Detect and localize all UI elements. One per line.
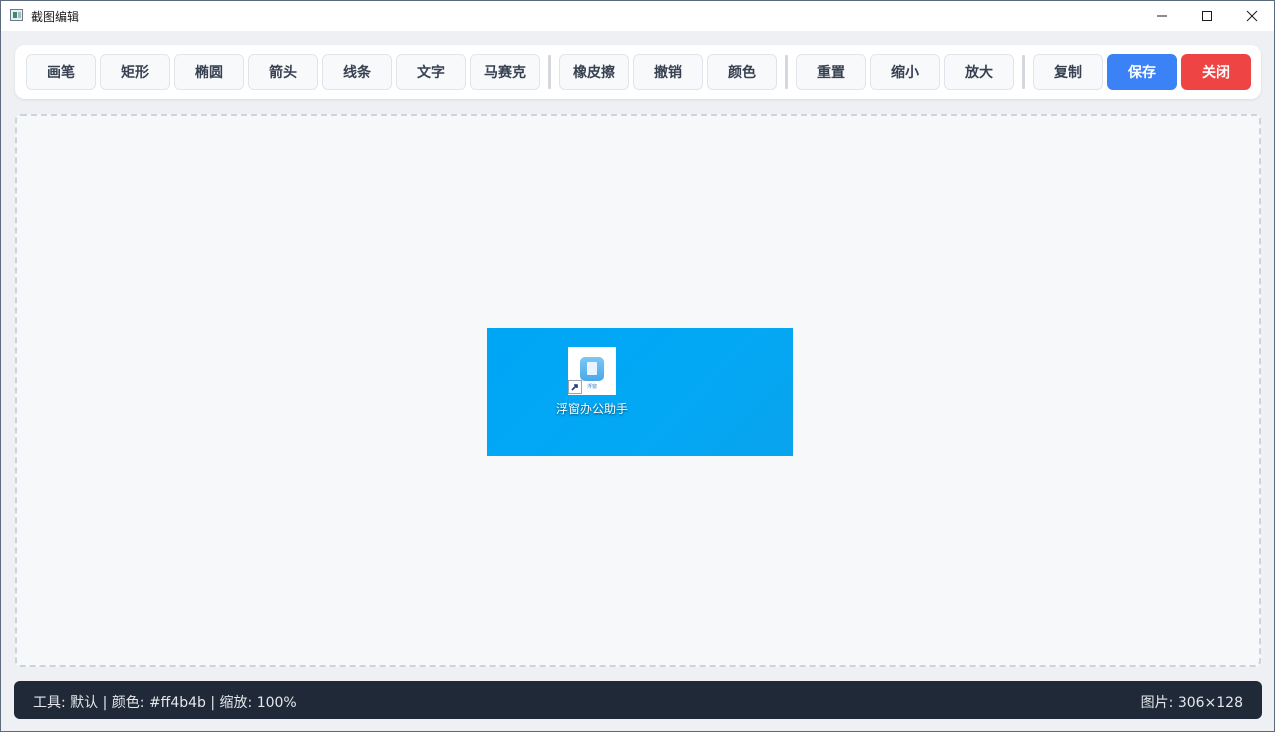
- app-icon: [10, 9, 23, 21]
- close-icon: [1246, 10, 1257, 22]
- minimize-icon: [1156, 15, 1167, 17]
- color-button[interactable]: 颜色: [707, 54, 777, 90]
- image-size-text: 图片: 306×128: [1140, 695, 1243, 711]
- window-close-button[interactable]: [1229, 1, 1274, 31]
- editor-window: 截图编辑 画笔 矩形 椭圆 箭头 线条 文字 马赛克 橡皮擦 撤销 颜色 重置 …: [0, 0, 1275, 732]
- text-tool-button[interactable]: 文字: [396, 54, 466, 90]
- status-bar: 工具: 默认 | 颜色: #ff4b4b | 缩放: 100% 图片: 306×…: [14, 681, 1262, 719]
- status-text: 工具: 默认 | 颜色: #ff4b4b | 缩放: 100%: [33, 695, 297, 711]
- maximize-icon: [1201, 11, 1212, 21]
- reset-button[interactable]: 重置: [796, 54, 866, 90]
- close-button[interactable]: 关闭: [1181, 54, 1251, 90]
- zoom-out-button[interactable]: 缩小: [870, 54, 940, 90]
- toolbar-separator: [548, 55, 551, 89]
- minimize-button[interactable]: [1139, 1, 1184, 31]
- canvas-area[interactable]: 浮窗 浮窗办公助手: [15, 114, 1261, 667]
- screenshot-image[interactable]: 浮窗 浮窗办公助手: [487, 328, 793, 456]
- pen-tool-button[interactable]: 画笔: [26, 54, 96, 90]
- zoom-in-button[interactable]: 放大: [944, 54, 1014, 90]
- ellipse-tool-button[interactable]: 椭圆: [174, 54, 244, 90]
- toolbar-separator: [1022, 55, 1025, 89]
- toolbar-separator: [785, 55, 788, 89]
- mosaic-tool-button[interactable]: 马赛克: [470, 54, 540, 90]
- shortcut-label: 浮窗办公助手: [555, 402, 628, 416]
- save-button[interactable]: 保存: [1107, 54, 1177, 90]
- shortcut-arrow-icon: [568, 380, 582, 394]
- arrow-tool-button[interactable]: 箭头: [248, 54, 318, 90]
- maximize-button[interactable]: [1184, 1, 1229, 31]
- toolbar: 画笔 矩形 椭圆 箭头 线条 文字 马赛克 橡皮擦 撤销 颜色 重置 缩小 放大…: [15, 45, 1261, 99]
- eraser-tool-button[interactable]: 橡皮擦: [559, 54, 629, 90]
- app-logo-icon: [580, 357, 604, 381]
- undo-button[interactable]: 撤销: [633, 54, 703, 90]
- copy-button[interactable]: 复制: [1033, 54, 1103, 90]
- rectangle-tool-button[interactable]: 矩形: [100, 54, 170, 90]
- desktop-shortcut-icon: 浮窗: [568, 347, 616, 395]
- window-title: 截图编辑: [31, 10, 80, 24]
- title-bar[interactable]: 截图编辑: [1, 1, 1274, 31]
- line-tool-button[interactable]: 线条: [322, 54, 392, 90]
